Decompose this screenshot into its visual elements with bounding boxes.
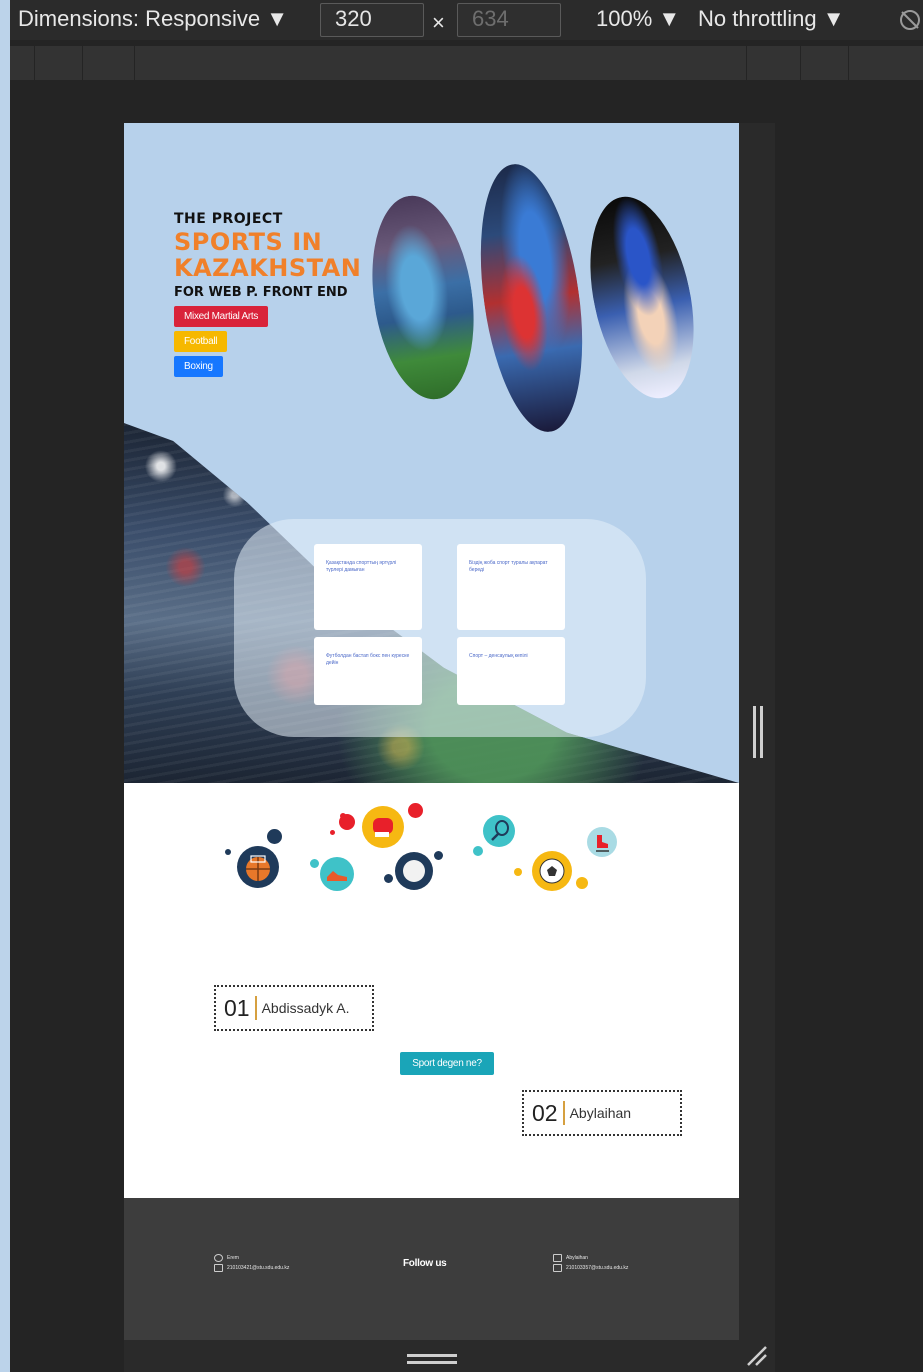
bowling-ball-icon [395, 852, 433, 890]
ice-skate-icon [587, 827, 617, 857]
sport-question-button[interactable]: Sport degen ne? [400, 1052, 494, 1075]
device-viewport: THE PROJECT SPORTS IN KAZAKHSTAN FOR WEB… [124, 123, 739, 1340]
device-toolbar: Dimensions: Responsive ▼ 320 × 634 100% … [10, 0, 923, 40]
width-input[interactable]: 320 [320, 3, 424, 37]
hero-eyebrow: THE PROJECT [174, 211, 283, 227]
footer-left-email[interactable]: 210103421@stu.sdu.edu.kz [227, 1265, 289, 1271]
cards-backdrop [234, 519, 646, 737]
corner-resize-handle[interactable] [746, 1345, 768, 1367]
hero-section: THE PROJECT SPORTS IN KAZAKHSTAN FOR WEB… [124, 123, 739, 783]
tag-mma-button[interactable]: Mixed Martial Arts [174, 306, 269, 327]
tag-football-button[interactable]: Football [174, 331, 228, 352]
footer-right-email[interactable]: 210103357@stu.sdu.edu.kz [566, 1265, 628, 1271]
footer-contact-right: Abylaihan 210103357@stu.sdu.edu.kz [553, 1253, 628, 1273]
hero-subtitle: FOR WEB P. FRONT END [174, 285, 348, 300]
author-number: 01 [224, 994, 250, 1021]
height-resize-handle[interactable] [407, 1353, 457, 1365]
boxing-glove-icon [362, 806, 404, 848]
hero-title: SPORTS IN KAZAKHSTAN [174, 228, 362, 282]
mail-icon[interactable] [553, 1263, 562, 1272]
author-number: 02 [532, 1099, 558, 1126]
height-input[interactable]: 634 [457, 3, 561, 37]
mail-icon[interactable] [214, 1263, 223, 1272]
tennis-racket-icon [483, 815, 515, 847]
footer-left-name: Erem [227, 1255, 239, 1261]
hero-text: THE PROJECT SPORTS IN KAZAKHSTAN FOR WEB… [174, 211, 374, 381]
tag-boxing-button[interactable]: Boxing [174, 356, 223, 377]
media-query-ruler[interactable] [10, 46, 923, 80]
follow-us-label: Follow us [403, 1258, 447, 1269]
social-icon[interactable] [553, 1253, 562, 1262]
dimension-separator: × [432, 10, 445, 35]
info-card: Біздің жоба спорт туралы ақпарат береді [457, 544, 565, 630]
footer-contact-left: Erem 210103421@stu.sdu.edu.kz [214, 1253, 289, 1273]
dimensions-dropdown[interactable]: Dimensions: Responsive ▼ [18, 6, 288, 32]
throttling-dropdown[interactable]: No throttling ▼ [698, 6, 845, 32]
instagram-icon[interactable] [214, 1253, 223, 1262]
zoom-dropdown[interactable]: 100% ▼ [596, 6, 680, 32]
info-card: Спорт – денсаулық кепілі [457, 637, 565, 705]
mma-fighter-photo [465, 157, 598, 439]
basketball-icon [237, 846, 279, 888]
author-card-2: 02 Abylaihan [522, 1090, 682, 1136]
author-name: Abylaihan [569, 1105, 632, 1121]
rotate-icon[interactable] [898, 8, 922, 38]
footer: Erem 210103421@stu.sdu.edu.kz Follow us … [124, 1198, 739, 1340]
author-name: Abdissadyk A. [261, 1000, 350, 1016]
boxer-photo [573, 187, 711, 408]
width-resize-handle[interactable] [751, 706, 765, 758]
sneaker-icon [320, 857, 354, 891]
soccer-ball-icon [532, 851, 572, 891]
author-card-1: 01 Abdissadyk A. [214, 985, 374, 1031]
info-card: Футболдан бастап бокс пен күреске дейін [314, 637, 422, 705]
info-card: Қазақстанда спорттың әртүрлі түрлері дам… [314, 544, 422, 630]
footer-right-name: Abylaihan [566, 1255, 588, 1261]
football-player-photo [360, 189, 486, 406]
